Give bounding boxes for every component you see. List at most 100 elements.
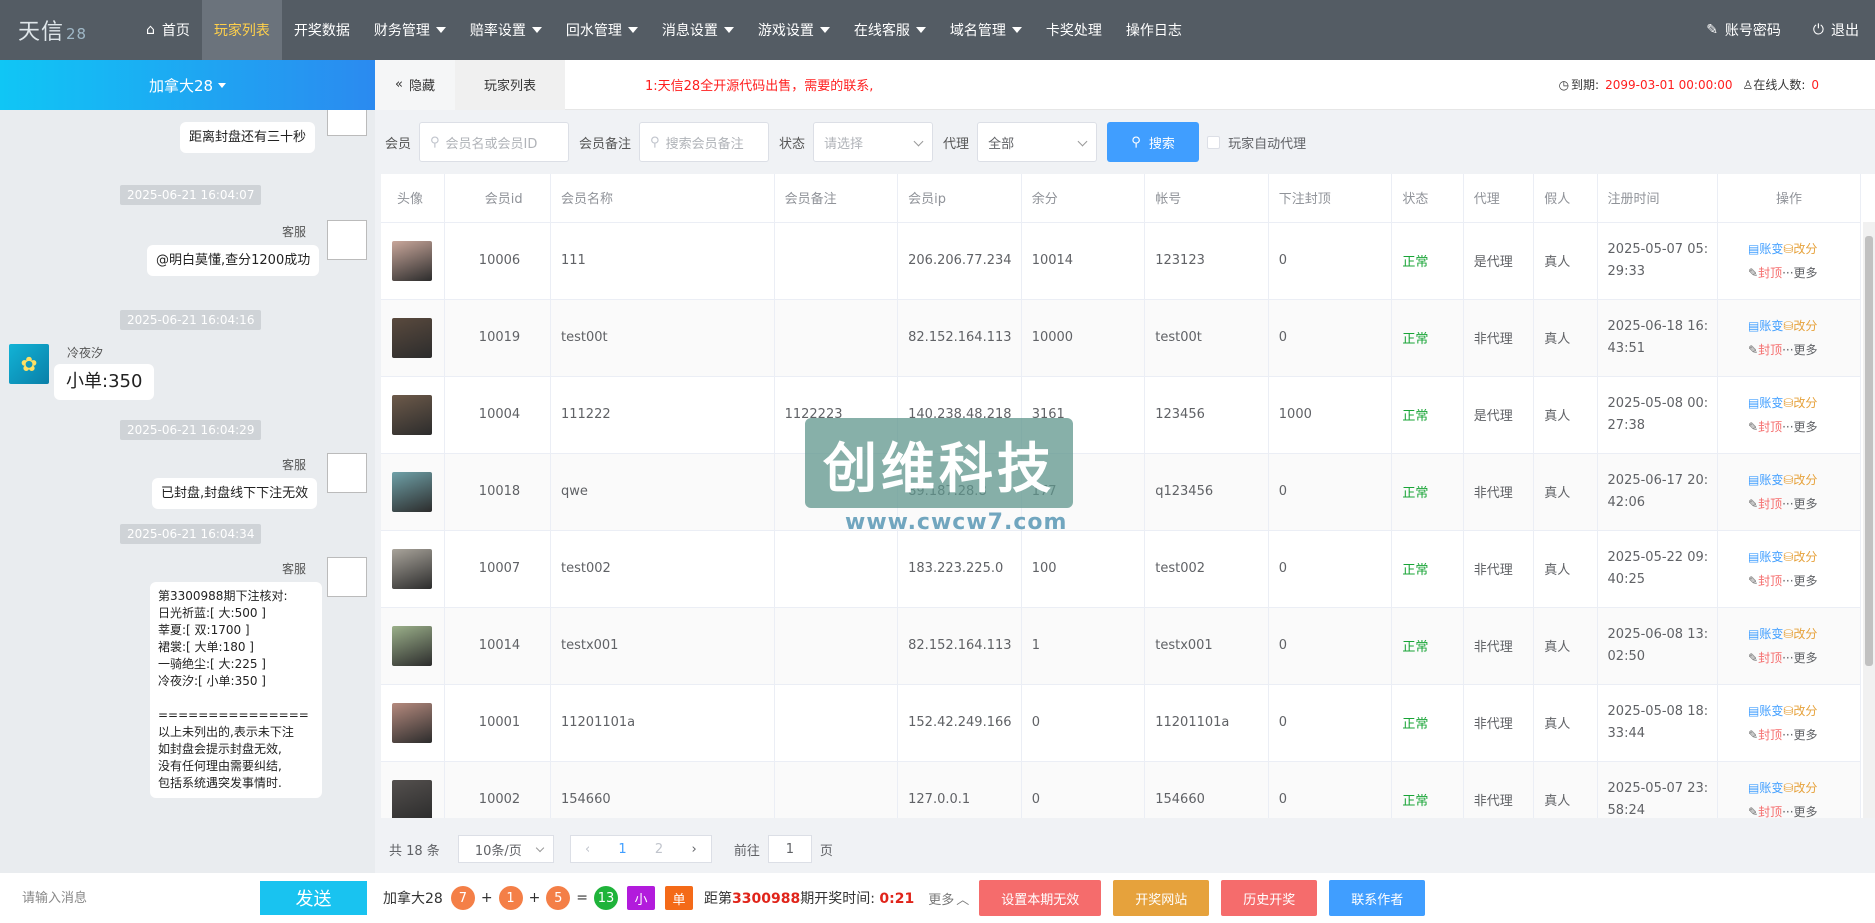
auto-agent-checkbox[interactable] bbox=[1207, 135, 1221, 149]
status-select-placeholder: 请选择 bbox=[824, 136, 864, 152]
next-page-button[interactable]: › bbox=[691, 842, 696, 857]
account-change-link[interactable]: ▤账变 bbox=[1748, 550, 1783, 564]
cap-link[interactable]: ✎封顶 bbox=[1748, 805, 1782, 819]
page-1-button[interactable]: 1 bbox=[618, 842, 626, 857]
nav-support[interactable]: 在线客服 bbox=[842, 0, 938, 60]
prev-page-button[interactable]: ‹ bbox=[585, 842, 590, 857]
avatar bbox=[392, 779, 433, 818]
cap-link[interactable]: ✎封顶 bbox=[1748, 266, 1782, 280]
more-actions-link[interactable]: ···更多 bbox=[1782, 728, 1817, 742]
search-button[interactable]: ⚲ 搜索 bbox=[1107, 122, 1200, 162]
account-change-label: 账变 bbox=[1759, 626, 1784, 641]
history-draw-button[interactable]: 历史开奖 bbox=[1221, 880, 1318, 916]
contact-author-button[interactable]: 联系作者 bbox=[1329, 880, 1426, 916]
adjust-score-link[interactable]: ⛁改分 bbox=[1783, 550, 1817, 564]
agent-select[interactable]: 全部 bbox=[977, 122, 1098, 162]
nav-odds[interactable]: 赔率设置 bbox=[458, 0, 554, 60]
avatar bbox=[392, 394, 433, 435]
fake-flag: 真人 bbox=[1533, 607, 1598, 685]
adjust-score-link[interactable]: ⛁改分 bbox=[1783, 242, 1817, 256]
nav-game[interactable]: 游戏设置 bbox=[746, 0, 842, 60]
room-selector[interactable]: 加拿大28 bbox=[0, 60, 375, 110]
nav-player-list[interactable]: 玩家列表 bbox=[201, 0, 282, 60]
nav-finance[interactable]: 财务管理 bbox=[362, 0, 458, 60]
cap-link[interactable]: ✎封顶 bbox=[1748, 728, 1782, 742]
cap-label: 封顶 bbox=[1758, 496, 1783, 511]
more-actions-link[interactable]: ···更多 bbox=[1782, 497, 1817, 511]
chat-panel: 加拿大28 距离封盘还有三十秒 2025-06-21 16:04:07 客服 @… bbox=[0, 60, 375, 923]
more-actions-link[interactable]: ···更多 bbox=[1782, 420, 1817, 434]
account-change-link[interactable]: ▤账变 bbox=[1748, 473, 1783, 487]
table-scrollbar[interactable] bbox=[1863, 222, 1875, 818]
remark-filter-label: 会员备注 bbox=[579, 136, 632, 152]
search-icon: ⚲ bbox=[1131, 134, 1141, 150]
set-invalid-button[interactable]: 设置本期无效 bbox=[979, 880, 1102, 916]
edit-icon: ✎ bbox=[1748, 650, 1759, 665]
cap-label: 封顶 bbox=[1758, 804, 1783, 819]
adjust-score-link[interactable]: ⛁改分 bbox=[1783, 704, 1817, 718]
account-change-link[interactable]: ▤账变 bbox=[1748, 627, 1783, 641]
status-select[interactable]: 请选择 bbox=[813, 122, 934, 162]
more-toggle[interactable]: 更多 ︿ bbox=[928, 889, 969, 908]
chat-timestamp: 2025-06-21 16:04:16 bbox=[120, 310, 262, 330]
nav-rebate[interactable]: 回水管理 bbox=[554, 0, 650, 60]
page-2-button[interactable]: 2 bbox=[655, 842, 663, 857]
table-row: 10001 11201101a 152.42.249.166 0 11201101a 0 正… bbox=[381, 684, 1861, 762]
tab-player-list[interactable]: 玩家列表 bbox=[455, 59, 565, 110]
hide-sidebar-button[interactable]: « 隐藏 bbox=[375, 59, 455, 110]
nav-stuck-draw[interactable]: 卡奖处理 bbox=[1034, 0, 1114, 60]
account-change-link[interactable]: ▤账变 bbox=[1748, 242, 1783, 256]
account-change-link[interactable]: ▤账变 bbox=[1748, 781, 1783, 795]
remark-search-input[interactable]: ⚲ 搜索会员备注 bbox=[639, 122, 770, 162]
more-actions-link[interactable]: ···更多 bbox=[1782, 574, 1817, 588]
chat-sender: 客服 bbox=[282, 562, 307, 576]
more-actions-link[interactable]: ···更多 bbox=[1782, 651, 1817, 665]
account-change-link[interactable]: ▤账变 bbox=[1748, 704, 1783, 718]
adjust-score-link[interactable]: ⛁改分 bbox=[1783, 396, 1817, 410]
scrollbar-thumb[interactable] bbox=[1865, 236, 1873, 666]
status-badge: 正常 bbox=[1391, 607, 1464, 685]
avatar-cell bbox=[381, 299, 445, 377]
goto-page-input[interactable]: 1 bbox=[767, 835, 812, 863]
account-change-label: 账变 bbox=[1759, 549, 1784, 564]
app-logo[interactable]: 天信 28 bbox=[0, 14, 134, 46]
chevron-down-icon bbox=[1011, 27, 1022, 33]
adjust-score-label: 改分 bbox=[1793, 626, 1818, 641]
account-password-button[interactable]: ✎ 账号密码 bbox=[1690, 0, 1797, 60]
more-actions-link[interactable]: ···更多 bbox=[1782, 266, 1817, 280]
nav-op-log[interactable]: 操作日志 bbox=[1114, 0, 1194, 60]
chat-messages[interactable]: 距离封盘还有三十秒 2025-06-21 16:04:07 客服 @明白莫懂,查… bbox=[0, 110, 375, 873]
adjust-score-link[interactable]: ⛁改分 bbox=[1783, 319, 1817, 333]
nav-message[interactable]: 消息设置 bbox=[650, 0, 746, 60]
nav-domain[interactable]: 域名管理 bbox=[938, 0, 1034, 60]
member-account: 123456 bbox=[1144, 376, 1269, 454]
result-ball-2: 1 bbox=[498, 886, 523, 910]
page-size-select[interactable]: 10条/页 bbox=[457, 835, 554, 863]
adjust-score-link[interactable]: ⛁改分 bbox=[1783, 473, 1817, 487]
nav-home[interactable]: ⌂ 首页 bbox=[134, 0, 202, 60]
account-change-link[interactable]: ▤账变 bbox=[1748, 319, 1783, 333]
send-button[interactable]: 发送 bbox=[260, 881, 367, 915]
cap-link[interactable]: ✎封顶 bbox=[1748, 497, 1782, 511]
cap-link[interactable]: ✎封顶 bbox=[1748, 420, 1782, 434]
account-change-link[interactable]: ▤账变 bbox=[1748, 396, 1783, 410]
member-cap: 1000 bbox=[1268, 376, 1393, 454]
cap-label: 封顶 bbox=[1758, 265, 1783, 280]
lottery-site-button[interactable]: 开奖网站 bbox=[1113, 880, 1210, 916]
more-actions-link[interactable]: ···更多 bbox=[1782, 805, 1817, 819]
adjust-score-link[interactable]: ⛁改分 bbox=[1783, 781, 1817, 795]
chat-sender: 冷夜汐 bbox=[67, 346, 104, 360]
member-id: 10006 bbox=[444, 222, 551, 300]
member-search-input[interactable]: ⚲ 会员名或会员ID bbox=[419, 122, 570, 162]
chat-input[interactable] bbox=[22, 883, 242, 913]
edit-icon: ✎ bbox=[1748, 342, 1759, 357]
adjust-score-link[interactable]: ⛁改分 bbox=[1783, 627, 1817, 641]
more-actions-link[interactable]: ···更多 bbox=[1782, 343, 1817, 357]
cap-link[interactable]: ✎封顶 bbox=[1748, 343, 1782, 357]
cap-link[interactable]: ✎封顶 bbox=[1748, 651, 1782, 665]
nav-stuck-draw-label: 卡奖处理 bbox=[1045, 23, 1102, 39]
logout-button[interactable]: ⏻ 退出 bbox=[1797, 0, 1875, 60]
nav-lottery-data[interactable]: 开奖数据 bbox=[282, 0, 362, 60]
cap-link[interactable]: ✎封顶 bbox=[1748, 574, 1782, 588]
chevron-down-icon bbox=[435, 27, 446, 33]
